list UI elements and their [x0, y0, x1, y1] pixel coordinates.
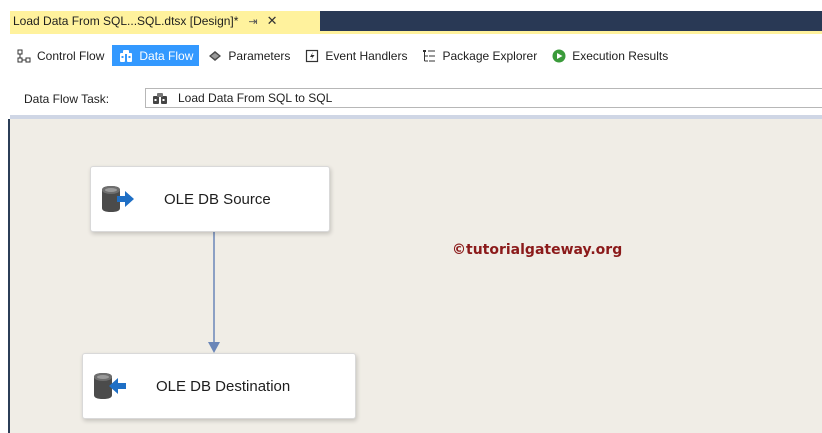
data-flow-task-label: Data Flow Task:	[24, 92, 110, 106]
pin-icon[interactable]: ⇥	[248, 15, 257, 28]
database-source-icon	[102, 186, 134, 212]
data-flow-icon	[120, 49, 133, 62]
data-flow-task-dropdown[interactable]: Load Data From SQL to SQL	[145, 88, 822, 108]
component-label: OLE DB Source	[164, 190, 271, 208]
document-tab[interactable]: Load Data From SQL...SQL.dtsx [Design]* …	[10, 11, 320, 31]
canvas-left-border	[8, 119, 10, 433]
event-handlers-icon	[306, 49, 319, 62]
component-label: OLE DB Destination	[156, 377, 291, 395]
ole-db-destination-component[interactable]: OLE DB Destination	[82, 353, 356, 419]
tab-execution-results[interactable]: Execution Results	[545, 45, 674, 66]
data-flow-task-icon	[153, 92, 167, 104]
tab-label: Data Flow	[139, 48, 194, 63]
package-explorer-icon	[423, 49, 436, 61]
data-path-connector[interactable]	[200, 232, 230, 357]
database-destination-icon	[94, 373, 126, 399]
tab-parameters[interactable]: Parameters	[201, 45, 296, 66]
tab-label: Event Handlers	[325, 48, 408, 63]
execution-results-icon	[552, 49, 566, 62]
tab-control-flow[interactable]: Control Flow	[10, 45, 110, 66]
data-flow-task-bar: Data Flow Task: Load Data From SQL to SQ…	[10, 79, 822, 115]
ole-db-source-component[interactable]: OLE DB Source	[90, 166, 330, 232]
parameters-icon	[209, 50, 222, 61]
selected-task-name: Load Data From SQL to SQL	[178, 91, 333, 105]
tab-label: Execution Results	[572, 48, 669, 63]
watermark-text: ©tutorialgateway.org	[452, 242, 623, 258]
tab-package-explorer[interactable]: Package Explorer	[415, 45, 543, 66]
tab-data-flow[interactable]: Data Flow	[112, 45, 200, 66]
tab-event-handlers[interactable]: Event Handlers	[298, 45, 413, 66]
tab-strip-background	[320, 11, 822, 31]
tab-label: Parameters	[228, 48, 291, 63]
control-flow-icon	[17, 49, 31, 62]
document-tab-title: Load Data From SQL...SQL.dtsx [Design]*	[13, 14, 239, 28]
tab-label: Package Explorer	[442, 48, 538, 63]
close-icon[interactable]: ✕	[267, 13, 278, 29]
tab-label: Control Flow	[37, 48, 105, 63]
designer-tab-bar: Control Flow Data Flow Parameters Event …	[10, 34, 822, 79]
